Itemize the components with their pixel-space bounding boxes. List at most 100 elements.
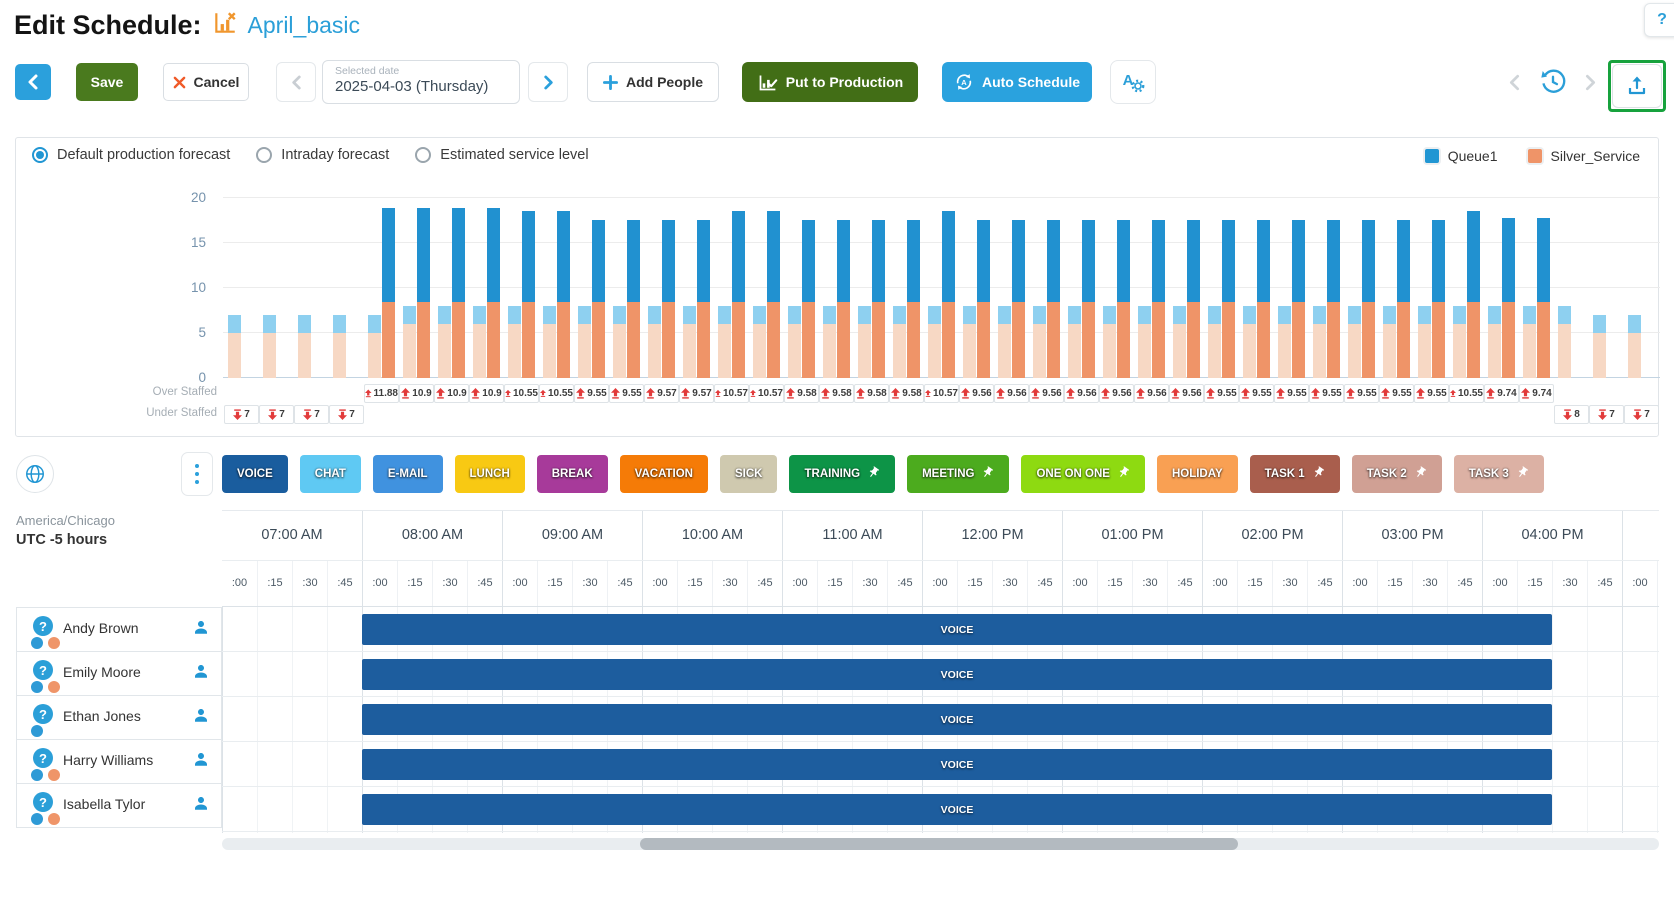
back-button[interactable] (15, 64, 51, 100)
activity-button-voice[interactable]: VOICE (222, 455, 288, 493)
agent-row[interactable]: ? Andy Brown (16, 607, 222, 652)
chart-bar (1453, 306, 1466, 324)
plus-icon (602, 74, 618, 90)
chevron-right-icon (1585, 74, 1595, 90)
next-date-button[interactable] (528, 62, 568, 102)
activity-button-sick[interactable]: SICK (720, 455, 778, 493)
activity-button-break[interactable]: BREAK (536, 455, 608, 493)
activity-button-task-2[interactable]: TASK 2 (1351, 455, 1442, 493)
shift-voice[interactable]: VOICE (362, 614, 1552, 645)
activity-button-e-mail[interactable]: E-MAIL (372, 455, 443, 493)
shift-voice[interactable]: VOICE (362, 704, 1552, 735)
forecast-option-radios: Default production forecast Intraday fore… (32, 147, 589, 163)
activity-button-vacation[interactable]: VACATION (619, 455, 708, 493)
shift-voice[interactable]: VOICE (362, 659, 1552, 690)
chart-bar (1187, 219, 1200, 302)
understaffed-value: 9.57 (679, 384, 714, 403)
question-circle-icon[interactable]: ? (33, 792, 53, 812)
history-next-button[interactable] (1578, 70, 1602, 94)
save-button[interactable]: Save (76, 63, 138, 101)
activity-label: TRAINING (804, 468, 861, 480)
activity-button-chat[interactable]: CHAT (299, 455, 361, 493)
auto-schedule-settings-button[interactable]: A (1110, 60, 1156, 104)
overstaffed-value: 7 (259, 405, 294, 424)
question-circle-icon[interactable]: ? (33, 616, 53, 636)
forecast-radio-2[interactable]: Estimated service level (415, 147, 589, 163)
quarter-header-cell: :00 (922, 561, 957, 606)
schedule-menu-button[interactable] (181, 452, 213, 496)
add-people-button[interactable]: Add People (587, 62, 719, 102)
agent-row[interactable]: ? Ethan Jones (16, 695, 222, 740)
forecast-radio-1[interactable]: Intraday forecast (256, 147, 389, 163)
history-previous-button[interactable] (1502, 70, 1526, 94)
quarter-header-cell: :30 (1272, 561, 1307, 606)
activity-button-one-on-one[interactable]: ONE ON ONE (1021, 455, 1145, 493)
quarter-header-cell: :15 (957, 561, 992, 606)
auto-schedule-button[interactable]: A Auto Schedule (942, 62, 1092, 102)
cancel-button[interactable]: Cancel (163, 63, 249, 101)
previous-date-button[interactable] (276, 62, 316, 102)
chart-bar (613, 324, 626, 378)
chart-bar (767, 301, 780, 378)
question-circle-icon[interactable]: ? (33, 704, 53, 724)
activity-button-task-1[interactable]: TASK 1 (1249, 455, 1340, 493)
quarter-header-cell: :15 (677, 561, 712, 606)
chart-bar (368, 333, 381, 378)
selected-date-field[interactable]: Selected date 2025-04-03 (Thursday) (322, 60, 520, 104)
chart-bar (648, 306, 661, 324)
schedule-name-link[interactable]: April_basic (248, 12, 361, 39)
quarter-header-cell: :45 (1587, 561, 1622, 606)
activity-button-training[interactable]: TRAINING (789, 455, 896, 493)
help-button[interactable]: ? (1644, 3, 1674, 37)
activity-button-meeting[interactable]: MEETING (907, 455, 1010, 493)
chart-bar (1033, 306, 1046, 324)
upload-button[interactable] (1612, 64, 1662, 108)
agent-row[interactable]: ? Isabella Tylor (16, 783, 222, 828)
quarter-header-cell: :15 (257, 561, 292, 606)
put-to-production-button[interactable]: Put to Production (742, 62, 918, 102)
shift-voice[interactable]: VOICE (362, 749, 1552, 780)
chart-bar (1362, 301, 1375, 378)
agent-row[interactable]: ? Emily Moore (16, 651, 222, 696)
chart-bar (1348, 306, 1361, 324)
pin-icon (981, 466, 994, 482)
question-circle-icon[interactable]: ? (33, 748, 53, 768)
activity-label: HOLIDAY (1171, 468, 1223, 480)
understaffed-value: 9.58 (854, 384, 889, 403)
agent-row[interactable]: ? Harry Williams (16, 739, 222, 784)
chart-bar (403, 306, 416, 324)
activity-label: LUNCH (469, 468, 510, 480)
hour-header-cell: 02:00 PM (1202, 511, 1342, 560)
history-icon[interactable] (1538, 67, 1568, 97)
forecast-radio-0[interactable]: Default production forecast (32, 147, 230, 163)
question-circle-icon[interactable]: ? (33, 660, 53, 680)
quarter-header-cell: :15 (1517, 561, 1552, 606)
person-icon[interactable] (192, 618, 210, 641)
hour-header-cell: 12:00 PM (922, 511, 1062, 560)
horizontal-scrollbar[interactable] (222, 838, 1659, 850)
activity-button-task-3[interactable]: TASK 3 (1453, 455, 1544, 493)
quarter-header-cell: :15 (1657, 561, 1659, 606)
page-header: Edit Schedule: April_basic (14, 10, 360, 41)
scrollbar-thumb[interactable] (640, 838, 1238, 850)
chart-bar (1047, 219, 1060, 302)
shift-voice[interactable]: VOICE (362, 794, 1552, 825)
chart-bar (998, 306, 1011, 324)
chart-bar (1593, 315, 1606, 333)
understaffed-value: 10.55 (1449, 384, 1484, 403)
person-icon[interactable] (192, 662, 210, 685)
person-icon[interactable] (192, 706, 210, 729)
activity-button-holiday[interactable]: HOLIDAY (1156, 455, 1238, 493)
person-icon[interactable] (192, 750, 210, 773)
chart-bar (662, 301, 675, 378)
y-tick-label: 0 (198, 370, 206, 385)
understaffed-value: 9.57 (644, 384, 679, 403)
quarter-header-cell: :30 (572, 561, 607, 606)
chart-bar (1068, 306, 1081, 324)
timezone-button[interactable] (16, 455, 54, 493)
quarter-header-cell: :30 (292, 561, 327, 606)
person-icon[interactable] (192, 794, 210, 817)
quarter-header-cell: :00 (362, 561, 397, 606)
activity-button-lunch[interactable]: LUNCH (454, 455, 525, 493)
quarter-header-cell: :00 (502, 561, 537, 606)
